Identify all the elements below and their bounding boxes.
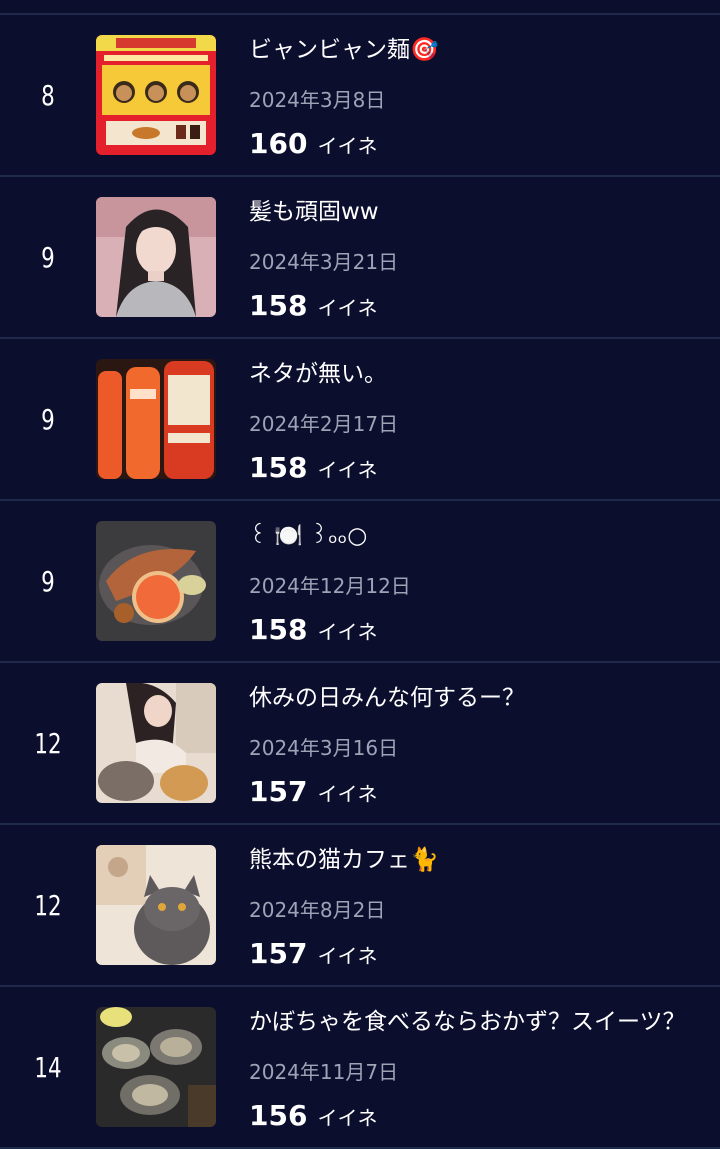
rank-number: 9 — [41, 402, 55, 436]
like-count-group: 158 イイネ — [249, 451, 377, 491]
ranking-row[interactable]: 9 ꒰ 🍽️ ꒱ₒₒ○ 2024年12月12日 158 イイネ — [0, 501, 720, 663]
like-unit: イイネ — [317, 782, 378, 806]
like-unit: イイネ — [317, 296, 378, 320]
ranking-row[interactable]: 14 かぼちゃを食べるならおかず？スイーツ？ 2024年11月7日 156 イイ… — [0, 987, 720, 1149]
like-count-group: 160 イイネ — [249, 127, 377, 167]
like-count: 157 — [249, 775, 308, 808]
like-unit: イイネ — [317, 1106, 378, 1130]
like-count-group: 158 イイネ — [249, 613, 377, 653]
like-count-group: 158 イイネ — [249, 289, 377, 329]
post-title: 休みの日みんな何するー？ — [249, 685, 525, 711]
like-count: 158 — [249, 451, 308, 484]
rank-number: 14 — [34, 1050, 62, 1084]
post-title: 髪も頑固ww — [249, 199, 379, 225]
like-count: 158 — [249, 289, 308, 322]
post-title: ネタが無い。 — [249, 361, 387, 387]
post-date: 2024年3月8日 — [249, 88, 386, 112]
rank-number: 9 — [41, 240, 55, 274]
post-date: 2024年3月16日 — [249, 736, 399, 760]
post-thumbnail[interactable] — [96, 845, 216, 965]
ranking-list: 8 ビャンビャン麺🎯 2024年3月8日 160 イイネ 9 髪も頑固ww 20… — [0, 0, 720, 1149]
post-thumbnail[interactable] — [96, 197, 216, 317]
like-unit: イイネ — [317, 944, 378, 968]
ranking-row[interactable]: 9 髪も頑固ww 2024年3月21日 158 イイネ — [0, 177, 720, 339]
like-count-group: 157 イイネ — [249, 937, 377, 977]
post-title: 熊本の猫カフェ🐈 — [249, 847, 439, 873]
like-count: 158 — [249, 613, 308, 646]
rank-number: 8 — [41, 78, 55, 112]
like-unit: イイネ — [317, 458, 378, 482]
post-date: 2024年2月17日 — [249, 412, 399, 436]
rank-number: 9 — [41, 564, 55, 598]
post-thumbnail[interactable] — [96, 683, 216, 803]
post-date: 2024年11月7日 — [249, 1060, 399, 1084]
like-count-group: 156 イイネ — [249, 1099, 377, 1139]
ranking-row[interactable]: 9 ネタが無い。 2024年2月17日 158 イイネ — [0, 339, 720, 501]
post-date: 2024年3月21日 — [249, 250, 399, 274]
like-count: 156 — [249, 1099, 308, 1132]
like-unit: イイネ — [317, 620, 378, 644]
post-thumbnail[interactable] — [96, 521, 216, 641]
post-date: 2024年12月12日 — [249, 574, 411, 598]
like-count: 160 — [249, 127, 308, 160]
post-date: 2024年8月2日 — [249, 898, 386, 922]
post-title: ꒰ 🍽️ ꒱ₒₒ○ — [249, 523, 368, 549]
rank-number: 12 — [34, 726, 62, 760]
like-count-group: 157 イイネ — [249, 775, 377, 815]
ranking-row[interactable]: 12 休みの日みんな何するー？ 2024年3月16日 157 イイネ — [0, 663, 720, 825]
ranking-row[interactable]: 8 ビャンビャン麺🎯 2024年3月8日 160 イイネ — [0, 15, 720, 177]
post-thumbnail[interactable] — [96, 35, 216, 155]
like-count: 157 — [249, 937, 308, 970]
rank-number: 12 — [34, 888, 62, 922]
post-thumbnail[interactable] — [96, 1007, 216, 1127]
like-unit: イイネ — [317, 134, 378, 158]
top-divider — [0, 0, 720, 15]
post-title: かぼちゃを食べるならおかず？スイーツ？ — [249, 1009, 686, 1035]
post-title: ビャンビャン麺🎯 — [249, 37, 439, 63]
ranking-row[interactable]: 12 熊本の猫カフェ🐈 2024年8月2日 157 イイネ — [0, 825, 720, 987]
post-thumbnail[interactable] — [96, 359, 216, 479]
